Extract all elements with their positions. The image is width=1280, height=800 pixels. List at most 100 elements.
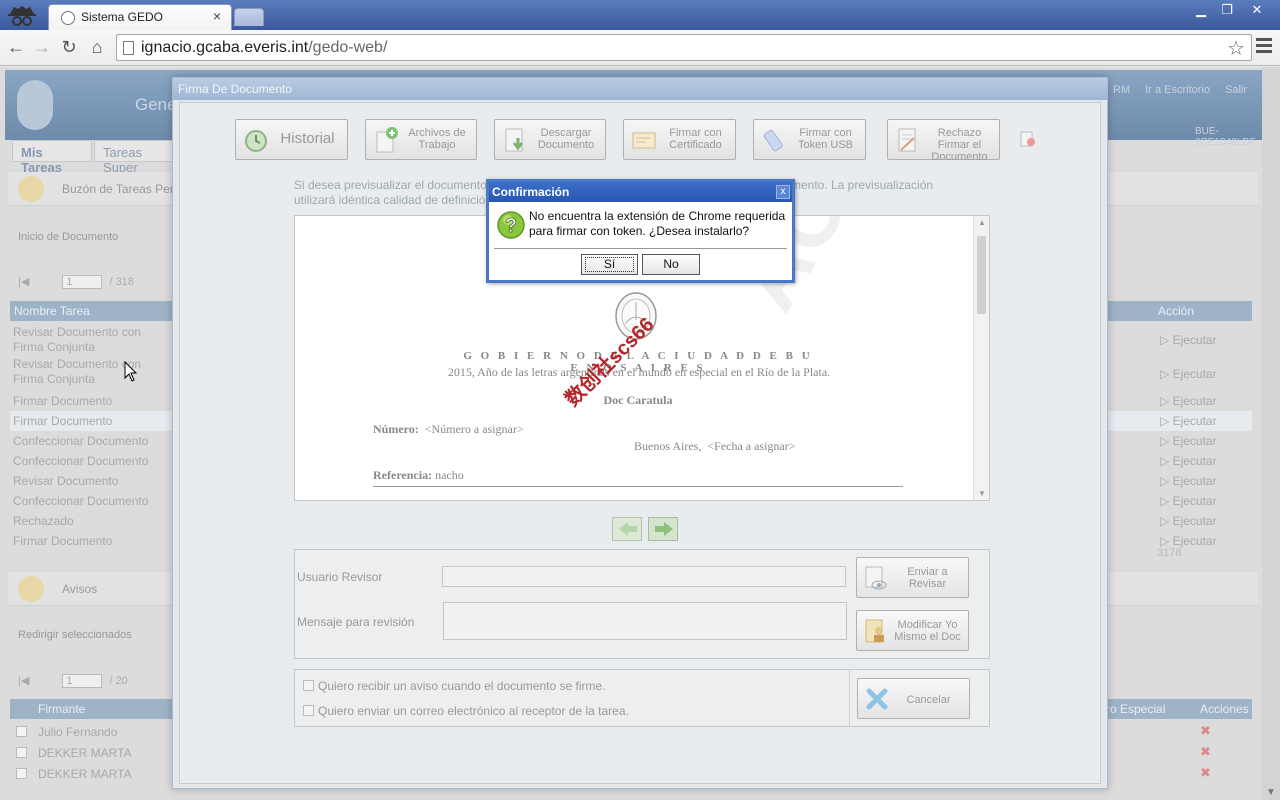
document-lugar-fecha: Buenos Aires, <Fecha a asignar> bbox=[634, 439, 796, 453]
correo-receptor-checkbox[interactable]: Quiero enviar un correo electrónico al r… bbox=[303, 704, 629, 718]
tab-sistema-gedo[interactable]: Sistema GEDO × bbox=[48, 4, 232, 30]
page-input[interactable]: 1 bbox=[62, 674, 103, 688]
arrow-left-icon bbox=[619, 522, 637, 536]
historial-button[interactable]: Historial bbox=[235, 119, 348, 160]
ejecutar-link[interactable]: ▷ Ejecutar bbox=[1160, 394, 1217, 408]
globe-icon bbox=[61, 11, 75, 25]
tab-close-icon[interactable]: × bbox=[213, 8, 221, 24]
ejecutar-link[interactable]: ▷ Ejecutar bbox=[1160, 434, 1217, 448]
no-button[interactable]: No bbox=[642, 254, 700, 275]
cancelar-button[interactable]: Cancelar bbox=[857, 678, 970, 719]
page-total: / 318 bbox=[109, 276, 134, 288]
previous-page-button[interactable] bbox=[612, 517, 642, 541]
col-nombre-tarea[interactable]: Nombre Tarea bbox=[14, 304, 90, 318]
back-arrow-icon[interactable]: ← bbox=[5, 36, 27, 58]
row-checkbox[interactable] bbox=[16, 747, 27, 758]
ejecutar-link[interactable]: ▷ Ejecutar bbox=[1160, 333, 1217, 347]
mensaje-revision-textarea[interactable] bbox=[443, 602, 847, 640]
ejecutar-link[interactable]: ▷ Ejecutar bbox=[1160, 494, 1217, 508]
reject-document-icon bbox=[898, 128, 916, 152]
usuario-revisor-label: Usuario Revisor bbox=[297, 570, 383, 584]
cancel-x-icon bbox=[866, 688, 888, 710]
row-checkbox[interactable] bbox=[16, 726, 27, 737]
close-icon[interactable]: x bbox=[776, 185, 790, 199]
window-maximize-button[interactable]: ❐ bbox=[1214, 0, 1240, 20]
row-checkbox[interactable] bbox=[16, 768, 27, 779]
window-close-button[interactable]: ✕ bbox=[1240, 0, 1274, 20]
user-link-salir[interactable]: Salir bbox=[1225, 84, 1247, 96]
send-review-icon bbox=[865, 566, 887, 590]
checkbox-box[interactable] bbox=[303, 705, 314, 716]
chrome-menu-icon[interactable] bbox=[1256, 38, 1272, 56]
add-file-icon bbox=[376, 127, 398, 153]
tab-tareas-supervisados[interactable]: Tareas Super bbox=[94, 140, 184, 175]
user-link-rm[interactable]: RM bbox=[1113, 84, 1130, 96]
ejecutar-link[interactable]: ▷ Ejecutar bbox=[1160, 534, 1217, 548]
document-numero: Número: <Número a asignar> bbox=[373, 422, 524, 436]
delete-icon[interactable]: ✖ bbox=[1200, 765, 1211, 781]
history-icon bbox=[245, 130, 267, 152]
page-icon bbox=[123, 41, 134, 55]
buzon-title: Buzón de Tareas Pen bbox=[62, 182, 177, 196]
delete-icon[interactable]: ✖ bbox=[1200, 723, 1211, 739]
city-seal-logo bbox=[17, 80, 53, 130]
browser-toolbar: ← → ↻ ⌂ ignacio.gcaba.everis.int/gedo-we… bbox=[0, 30, 1280, 66]
descargar-documento-button[interactable]: Descargar Documento bbox=[494, 119, 606, 160]
page-scrollbar[interactable]: ▼ bbox=[1262, 67, 1280, 800]
mouse-cursor-icon bbox=[124, 361, 138, 382]
download-icon bbox=[505, 128, 524, 152]
aviso-firma-checkbox[interactable]: Quiero recibir un aviso cuando el docume… bbox=[303, 679, 605, 693]
reload-icon[interactable]: ↻ bbox=[58, 36, 80, 58]
first-page-icon[interactable]: |◀ bbox=[18, 276, 29, 288]
new-tab-button[interactable] bbox=[234, 8, 264, 26]
preview-scrollbar[interactable]: ▲ ▼ bbox=[973, 216, 989, 500]
tab-mis-tareas[interactable]: Mis Tareas bbox=[12, 140, 92, 175]
tab-title: Sistema GEDO bbox=[81, 10, 164, 24]
confirm-titlebar[interactable]: Confirmación x bbox=[489, 182, 792, 202]
enviar-revisar-button[interactable]: Enviar a Revisar bbox=[856, 557, 969, 598]
first-page-icon[interactable]: |◀ bbox=[18, 675, 29, 687]
bookmark-star-icon[interactable]: ☆ bbox=[1227, 36, 1245, 61]
modificar-yo-mismo-button[interactable]: Modificar Yo Mismo el Doc bbox=[856, 610, 969, 651]
edit-self-icon bbox=[865, 619, 884, 643]
divider bbox=[494, 248, 787, 249]
forward-arrow-icon[interactable]: → bbox=[31, 36, 53, 58]
page-total: / 20 bbox=[109, 675, 128, 687]
col-acciones: Acciones bbox=[1200, 702, 1249, 716]
inicio-documento-link[interactable]: Inicio de Documento bbox=[18, 231, 118, 243]
col-firmante[interactable]: Firmante bbox=[38, 702, 85, 716]
firma-titlebar[interactable]: Firma De Documento bbox=[173, 78, 1107, 100]
next-page-button[interactable] bbox=[648, 517, 678, 541]
ejecutar-link[interactable]: ▷ Ejecutar bbox=[1160, 474, 1217, 488]
checkbox-box[interactable] bbox=[303, 680, 314, 691]
incognito-icon bbox=[8, 6, 36, 26]
firmar-certificado-button[interactable]: Firmar con Certificado bbox=[623, 119, 736, 160]
usuario-revisor-input[interactable] bbox=[442, 566, 846, 587]
firmar-token-usb-button[interactable]: Firmar con Token USB bbox=[753, 119, 866, 160]
archivos-trabajo-button[interactable]: Archivos de Trabajo bbox=[365, 119, 477, 160]
redirigir-seleccionados-link[interactable]: Redirigir seleccionados bbox=[18, 629, 132, 641]
ejecutar-link[interactable]: ▷ Ejecutar bbox=[1160, 514, 1217, 528]
scroll-down-icon[interactable]: ▼ bbox=[978, 489, 986, 498]
ejecutar-link[interactable]: ▷ Ejecutar bbox=[1160, 367, 1217, 381]
document-action-icon[interactable] bbox=[1020, 130, 1036, 148]
document-rule bbox=[373, 486, 903, 487]
page-input[interactable]: 1 bbox=[62, 275, 103, 289]
arrow-right-icon bbox=[655, 522, 673, 536]
ejecutar-link[interactable]: ▷ Ejecutar bbox=[1160, 414, 1217, 428]
user-link-escritorio[interactable]: Ir a Escritorio bbox=[1145, 84, 1210, 96]
task-pager: |◀ 1 / 318 bbox=[18, 275, 134, 289]
si-button[interactable]: Sí bbox=[581, 254, 638, 275]
rechazo-firmar-button[interactable]: Rechazo Firmar el Documento bbox=[887, 119, 1000, 163]
avisos-icon bbox=[18, 576, 44, 602]
address-bar[interactable]: ignacio.gcaba.everis.int/gedo-web/ ☆ bbox=[116, 34, 1252, 61]
scroll-thumb[interactable] bbox=[977, 236, 986, 314]
ejecutar-link[interactable]: ▷ Ejecutar bbox=[1160, 454, 1217, 468]
scroll-up-icon[interactable]: ▲ bbox=[978, 218, 986, 227]
avisos-title: Avisos bbox=[62, 582, 98, 596]
document-caratula: Doc Caratula bbox=[603, 393, 673, 407]
window-minimize-button[interactable]: ▁ bbox=[1188, 0, 1214, 20]
browser-tabstrip: Sistema GEDO × ▁ ❐ ✕ bbox=[0, 0, 1280, 30]
delete-icon[interactable]: ✖ bbox=[1200, 744, 1211, 760]
home-icon[interactable]: ⌂ bbox=[86, 36, 108, 58]
